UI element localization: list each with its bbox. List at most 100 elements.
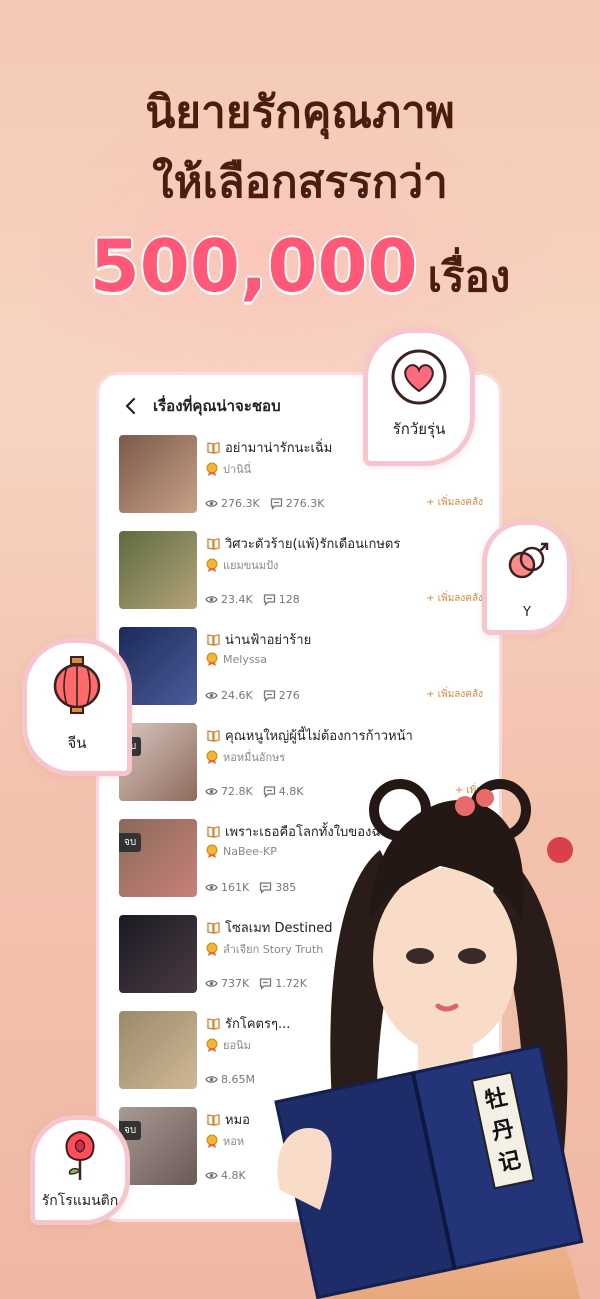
headline-line-1: นิยายรักคุณภาพ	[145, 87, 455, 138]
comments-stat: 128	[263, 593, 300, 606]
views-stat: 72.8K	[205, 785, 253, 798]
book-stats: 8.65M	[205, 1073, 265, 1086]
views-stat: 24.6K	[205, 689, 253, 702]
book-icon	[207, 922, 220, 934]
book-author-row: หอหมื่นอักษร	[205, 748, 285, 766]
comments-stat: 276	[263, 689, 300, 702]
eye-icon	[205, 692, 218, 699]
heart-icon	[391, 349, 447, 405]
eye-icon	[205, 1076, 218, 1083]
bubble-label: Y	[523, 605, 531, 620]
views-stat: 276.3K	[205, 497, 260, 510]
book-author: หอห	[223, 1135, 245, 1148]
book-stats: 276.3K 276.3K	[205, 497, 334, 510]
book-list-item[interactable]: น่านฟ้าอย่าร้าย Melyssa 24.6K 276 + เพิ่…	[119, 627, 499, 707]
bubble-label: จีน	[67, 734, 87, 752]
book-title: วิศวะตัวร้าย(แพ้)รักเดือนเกษตร	[225, 537, 401, 552]
book-author: แยมขนมปัง	[223, 559, 279, 572]
lantern-icon	[53, 656, 101, 714]
medal-icon	[206, 942, 218, 956]
book-stats: 4.8K	[205, 1169, 256, 1182]
book-title: อย่ามาน่ารักนะเฉิ่ม	[225, 441, 333, 456]
book-author-row: หอห	[205, 1132, 244, 1150]
book-author-row: แยมขนมปัง	[205, 556, 278, 574]
headline-line-2: ให้เลือกสรรกว่า	[152, 157, 448, 208]
comments-count: 276.3K	[285, 497, 325, 510]
views-count: 737K	[221, 977, 250, 990]
add-to-library-link[interactable]: + เพิ่มลงคลัง	[426, 495, 483, 510]
book-cover[interactable]: จบ	[119, 819, 197, 897]
views-stat: 161K	[205, 881, 249, 894]
gender-symbol-icon	[508, 542, 549, 579]
book-cover[interactable]	[119, 435, 197, 513]
book-stats: 23.4K 128	[205, 593, 310, 606]
book-author: ปานินี่	[223, 463, 252, 476]
medal-icon	[206, 558, 218, 572]
book-title-row[interactable]: น่านฟ้าอย่าร้าย	[207, 629, 311, 650]
book-title: หมอ	[225, 1113, 250, 1128]
views-stat: 23.4K	[205, 593, 253, 606]
book-author-row: ยอนิม	[205, 1036, 251, 1054]
views-count: 276.3K	[221, 497, 260, 510]
story-count: 500,000	[89, 224, 418, 308]
views-count: 4.8K	[221, 1169, 246, 1182]
story-count-unit: เรื่อง	[427, 252, 511, 301]
bubble-label: รักวัยรุ่น	[392, 420, 446, 438]
eye-icon	[205, 500, 218, 507]
book-title-row[interactable]: วิศวะตัวร้าย(แพ้)รักเดือนเกษตร	[207, 533, 400, 554]
book-author-row: ปานินี่	[205, 460, 251, 478]
category-bubble-y[interactable]: Y	[482, 520, 572, 635]
book-icon	[207, 1114, 220, 1126]
comment-icon	[270, 498, 282, 510]
book-title-row[interactable]: อย่ามาน่ารักนะเฉิ่ม	[207, 437, 332, 458]
back-arrow-icon[interactable]	[121, 396, 141, 416]
comment-icon	[263, 594, 275, 606]
eye-icon	[205, 980, 218, 987]
book-cover[interactable]	[119, 1011, 197, 1089]
add-to-library-link[interactable]: + เพิ่มลงคลัง	[426, 591, 483, 606]
comments-stat: 276.3K	[270, 497, 325, 510]
medal-icon	[206, 1134, 218, 1148]
add-to-library-link[interactable]: + เพิ่มลงคลัง	[426, 687, 483, 702]
completed-tag: จบ	[119, 833, 142, 852]
book-cover[interactable]: จบ	[119, 1107, 197, 1185]
views-stat: 4.8K	[205, 1169, 246, 1182]
medal-icon	[206, 844, 218, 858]
views-stat: 8.65M	[205, 1073, 255, 1086]
comments-count: 276	[278, 689, 300, 702]
views-count: 72.8K	[221, 785, 253, 798]
book-cover[interactable]	[119, 531, 197, 609]
views-count: 24.6K	[221, 689, 253, 702]
book-cover[interactable]	[119, 915, 197, 993]
medal-icon	[206, 652, 218, 666]
category-bubble-chinese[interactable]: จีน	[22, 638, 132, 776]
views-count: 161K	[221, 881, 250, 894]
book-stats: 24.6K 276	[205, 689, 310, 702]
book-author: หอหมื่นอักษร	[223, 751, 286, 764]
eye-icon	[205, 884, 218, 891]
book-icon	[207, 730, 220, 742]
screen-title: เรื่องที่คุณน่าจะชอบ	[153, 397, 281, 415]
views-stat: 737K	[205, 977, 249, 990]
book-icon	[207, 538, 220, 550]
headline-line-3: 500,000 เรื่อง	[0, 226, 600, 326]
medal-icon	[206, 750, 218, 764]
comment-icon	[263, 690, 275, 702]
character-illustration: 牡 丹 记	[274, 779, 584, 1299]
book-author-row: Melyssa	[205, 652, 267, 666]
book-icon	[207, 1018, 220, 1030]
book-icon	[207, 634, 220, 646]
bubble-label: รักโรแมนติก	[41, 1193, 119, 1209]
views-count: 8.65M	[221, 1073, 255, 1086]
book-icon	[207, 826, 220, 838]
rose-icon	[65, 1130, 95, 1180]
book-title-row[interactable]: หมอ	[207, 1109, 250, 1130]
book-title-row[interactable]: คุณหนูใหญ่ผู้นี้ไม่ต้องการก้าวหน้า	[207, 725, 413, 746]
book-icon	[207, 442, 220, 454]
book-list-item[interactable]: วิศวะตัวร้าย(แพ้)รักเดือนเกษตร แยมขนมปัง…	[119, 531, 499, 611]
book-author: Melyssa	[223, 652, 268, 666]
eye-icon	[205, 788, 218, 795]
eye-icon	[205, 596, 218, 603]
category-bubble-romantic[interactable]: รักโรแมนติก	[30, 1115, 130, 1225]
category-bubble-teen[interactable]: รักวัยรุ่น	[363, 328, 475, 466]
